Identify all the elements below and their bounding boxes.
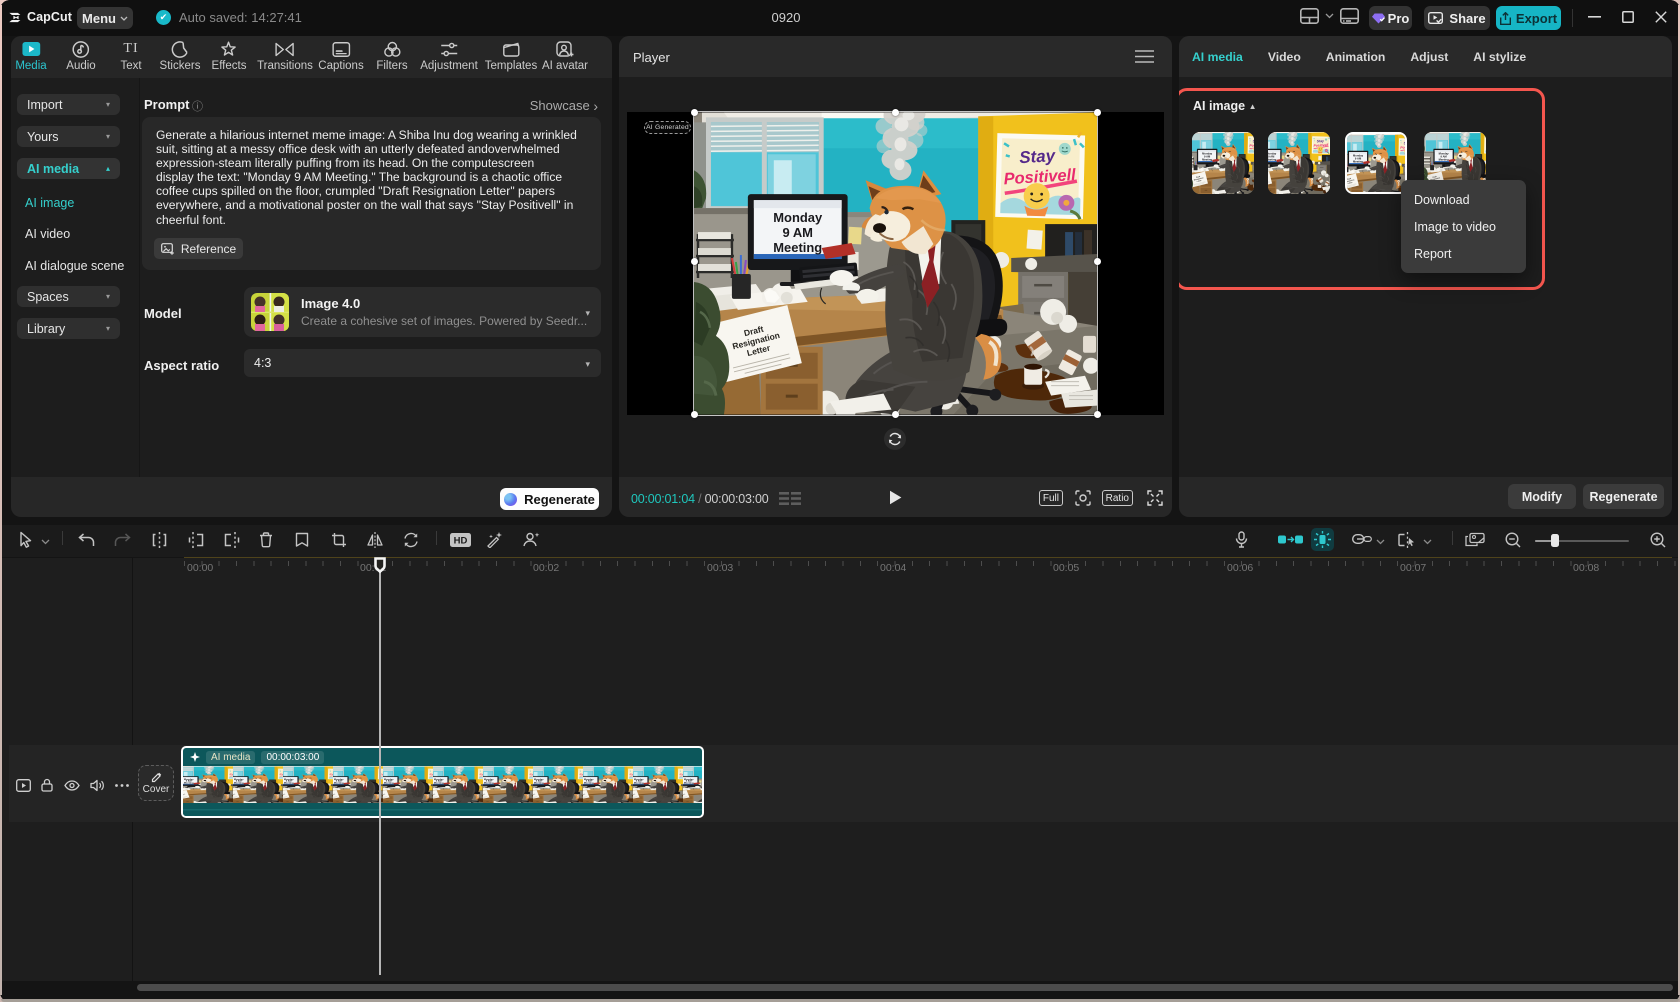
svg-text:HD: HD [454,536,468,547]
